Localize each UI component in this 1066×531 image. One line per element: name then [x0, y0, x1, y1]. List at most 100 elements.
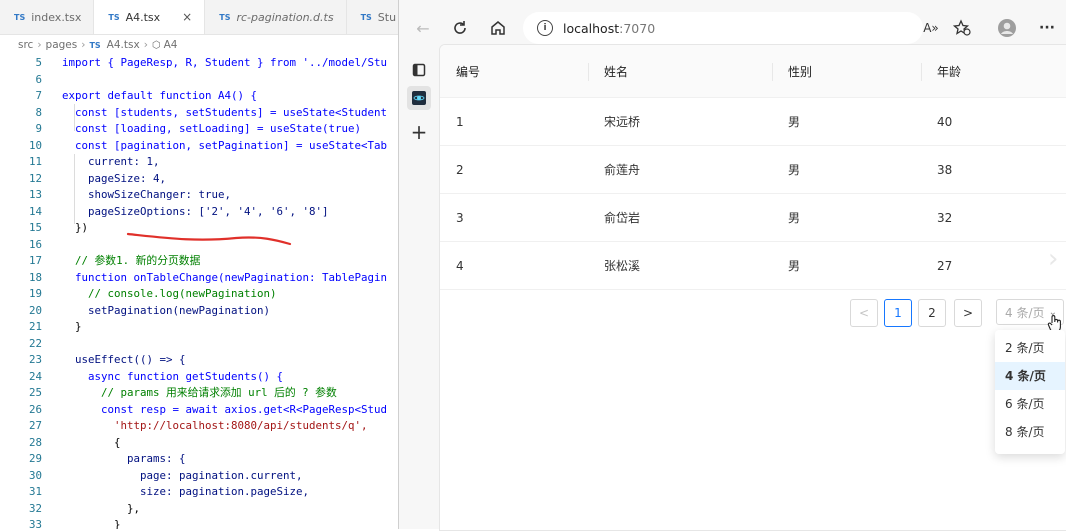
code-line[interactable]: 30 page: pagination.current,	[0, 468, 398, 485]
line-number: 18	[28, 270, 42, 284]
page-size-option-selected[interactable]: 4 条/页	[995, 362, 1065, 390]
code-text: const resp = await axios.get<R<PageResp<…	[62, 402, 388, 416]
code-line[interactable]: 20 setPagination(newPagination)	[0, 303, 398, 320]
code-line[interactable]: 23 useEffect(() => {	[0, 352, 398, 369]
code-text: })	[62, 221, 89, 234]
cell-id: 4	[440, 241, 588, 290]
typescript-icon: TS	[89, 40, 101, 50]
page-1-button[interactable]: 1	[884, 299, 912, 327]
reload-icon[interactable]	[448, 16, 472, 40]
column-header-label: 年龄	[937, 64, 962, 79]
line-number: 13	[28, 188, 42, 201]
page-size-option[interactable]: 8 条/页	[995, 418, 1065, 446]
line-number: 14	[28, 204, 42, 218]
line-number: 17	[28, 254, 42, 267]
code-line[interactable]: 28 {	[0, 435, 398, 452]
cell-id: 1	[440, 97, 588, 146]
code-text: page: pagination.current,	[62, 468, 303, 482]
code-line[interactable]: 31 size: pagination.pageSize,	[0, 484, 398, 501]
page-2-button[interactable]: 2	[918, 299, 946, 327]
line-number: 6	[35, 72, 42, 86]
tab-label: Stu	[377, 10, 397, 24]
code-line[interactable]: 17 // 参数1. 新的分页数据	[0, 253, 398, 270]
code-line[interactable]: 19 // console.log(newPagination)	[0, 286, 398, 303]
table-row[interactable]: 2 俞莲舟男 38	[440, 145, 1066, 194]
back-icon[interactable]: ←	[411, 16, 435, 40]
tab-actions-icon[interactable]	[407, 58, 431, 82]
code-text: {	[62, 435, 121, 449]
tab-a4-tsx[interactable]: TS A4.tsx ×	[94, 0, 206, 34]
tab-label: rc-pagination.d.ts	[236, 10, 334, 24]
cell-gender: 男	[772, 241, 921, 290]
chevron-right-icon: ›	[1048, 244, 1059, 274]
code-text: pageSize: 4,	[62, 171, 167, 185]
code-line[interactable]: 27 'http://localhost:8080/api/students/q…	[0, 418, 398, 435]
breadcrumb-item[interactable]: A4.tsx	[107, 39, 140, 51]
page-size-value: 4 条/页	[1005, 305, 1045, 320]
code-text: useEffect(() => {	[62, 353, 186, 366]
code-line[interactable]: 12 pageSize: 4,	[0, 171, 398, 188]
breadcrumb-item[interactable]: pages	[46, 39, 78, 51]
code-line[interactable]: 8 const [students, setStudents] = useSta…	[0, 105, 398, 122]
line-number: 19	[28, 287, 42, 300]
code-text: const [loading, setLoading] = useState(t…	[62, 122, 362, 135]
address-port: :7070	[619, 20, 656, 36]
typescript-icon: TS	[108, 12, 120, 22]
line-number: 15	[28, 221, 42, 234]
code-line[interactable]: 21 }	[0, 319, 398, 336]
code-line[interactable]: 18 function onTableChange(newPagination:…	[0, 270, 398, 287]
read-aloud-icon[interactable]: A»	[919, 16, 943, 40]
web-page: 编号 姓名 性别 年龄 1 宋远桥男 40 2 俞莲舟男 38 3 俞岱岩男 32 4 张松溪…	[439, 44, 1066, 531]
prev-page-button[interactable]: <	[850, 299, 878, 327]
cell-id: 3	[440, 193, 588, 242]
line-number: 27	[28, 419, 42, 432]
cube-icon: ⬡	[151, 39, 161, 51]
code-line[interactable]: 13 showSizeChanger: true,	[0, 187, 398, 204]
home-icon[interactable]	[486, 16, 510, 40]
tab-label: A4.tsx	[125, 10, 161, 24]
code-line[interactable]: 10 const [pagination, setPagination] = u…	[0, 138, 398, 155]
more-icon[interactable]: ···	[1035, 16, 1059, 40]
active-tab-favicon[interactable]	[407, 86, 431, 110]
favorite-star-icon[interactable]	[950, 16, 974, 40]
code-line[interactable]: 11 current: 1,	[0, 154, 398, 171]
table-row[interactable]: 1 宋远桥男 40	[440, 97, 1066, 146]
info-icon[interactable]: i	[537, 20, 553, 36]
chevron-right-icon: ›	[143, 39, 148, 51]
address-bar[interactable]: i localhost:7070	[523, 12, 923, 44]
column-header[interactable]: 性别	[772, 45, 921, 98]
profile-avatar-icon[interactable]	[995, 16, 1019, 40]
code-line[interactable]: 29 params: {	[0, 451, 398, 468]
close-icon[interactable]: ×	[182, 10, 192, 24]
column-header[interactable]: 姓名	[588, 45, 772, 98]
breadcrumb-item[interactable]: A4	[164, 39, 178, 51]
column-header[interactable]: 年龄	[921, 45, 1066, 98]
line-number: 8	[35, 105, 42, 119]
code-line[interactable]: 26 const resp = await axios.get<R<PageRe…	[0, 402, 398, 419]
code-line[interactable]: 6	[0, 72, 398, 89]
tab-rc-pagination[interactable]: TS rc-pagination.d.ts	[205, 0, 347, 34]
code-line[interactable]: 22	[0, 336, 398, 353]
cell-id: 2	[440, 145, 588, 194]
code-line[interactable]: 24 async function getStudents() {	[0, 369, 398, 386]
page-size-option[interactable]: 6 条/页	[995, 390, 1065, 418]
column-header[interactable]: 编号	[440, 45, 588, 98]
code-area[interactable]: 5 import { PageResp, R, Student } from '.…	[0, 55, 398, 529]
table-row[interactable]: 3 俞岱岩男 32	[440, 193, 1066, 242]
line-number: 11	[28, 155, 42, 168]
code-line[interactable]: 5 import { PageResp, R, Student } from '.…	[0, 55, 398, 72]
code-text: export default function A4() {	[62, 89, 258, 102]
code-line[interactable]: 25 // params 用来给请求添加 url 后的 ? 参数	[0, 385, 398, 402]
new-tab-plus-icon[interactable]: +	[407, 120, 431, 144]
code-line[interactable]: 14 pageSizeOptions: ['2', '4', '6', '8']	[0, 204, 398, 221]
tab-index-tsx[interactable]: TS index.tsx	[0, 0, 95, 34]
page-size-option[interactable]: 2 条/页	[995, 334, 1065, 362]
code-line[interactable]: 7 export default function A4() {	[0, 88, 398, 105]
code-line[interactable]: 9 const [loading, setLoading] = useState…	[0, 121, 398, 138]
code-line[interactable]: 33 }	[0, 517, 398, 529]
breadcrumb-item[interactable]: src	[18, 39, 33, 51]
code-line[interactable]: 32 },	[0, 501, 398, 518]
next-page-button[interactable]: >	[954, 299, 982, 327]
table-row[interactable]: 4 张松溪男 27	[440, 241, 1066, 290]
tab-stu[interactable]: TS Stu	[347, 0, 398, 34]
